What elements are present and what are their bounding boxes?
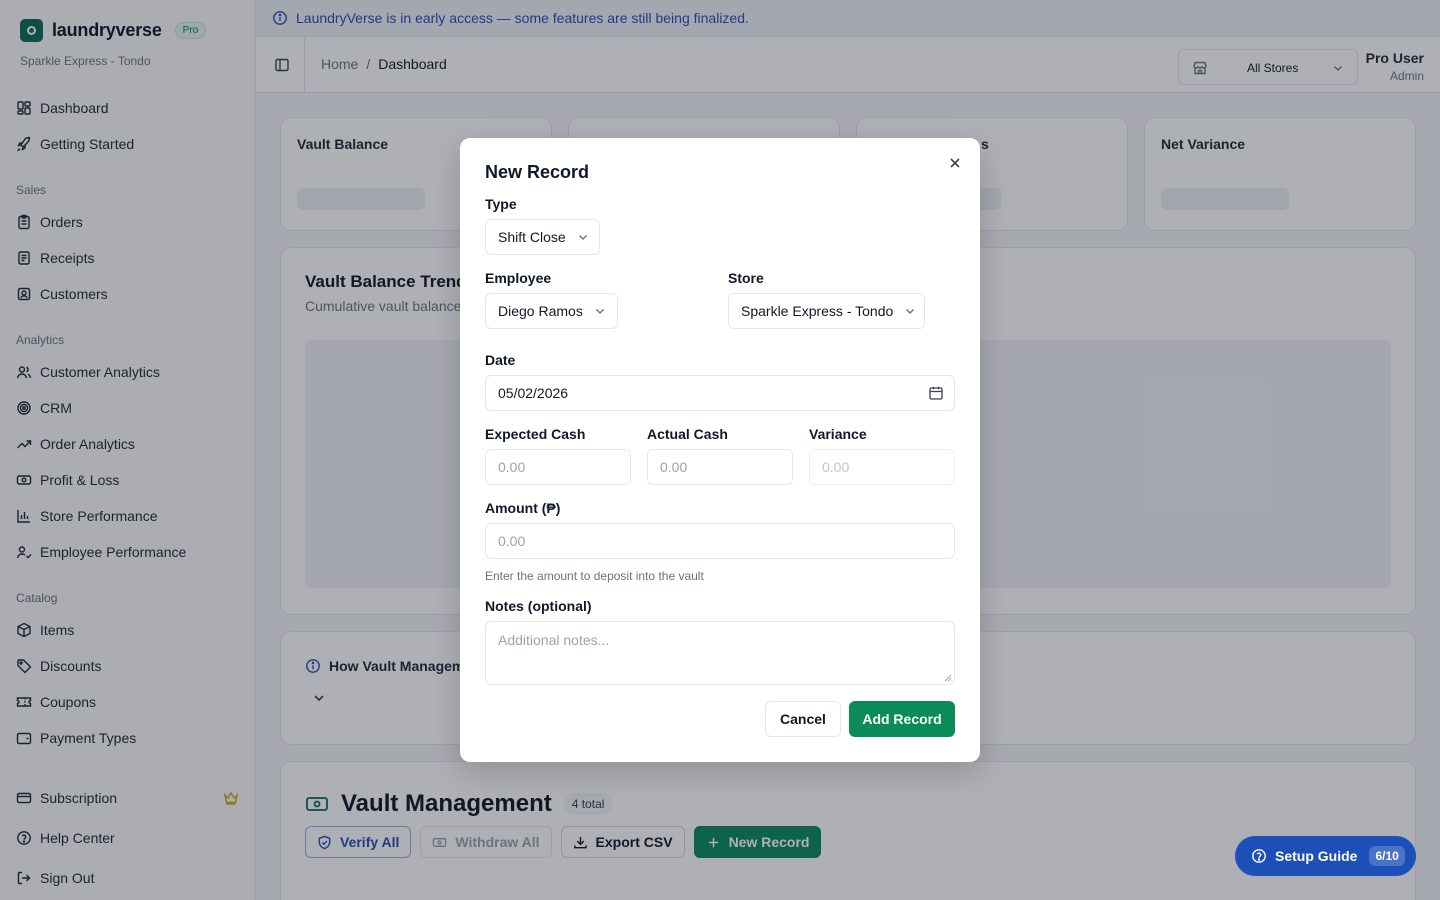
cancel-button[interactable]: Cancel	[765, 701, 841, 737]
close-icon[interactable]	[947, 155, 963, 171]
notes-textarea[interactable]: Additional notes...	[485, 621, 955, 685]
employee-select[interactable]: Diego Ramos	[485, 293, 618, 329]
resize-handle-icon[interactable]	[944, 674, 952, 682]
notes-placeholder: Additional notes...	[498, 632, 610, 648]
actual-cash-label: Actual Cash	[647, 426, 728, 442]
store-select[interactable]: Sparkle Express - Tondo	[728, 293, 925, 329]
setup-guide-button[interactable]: Setup Guide 6/10	[1235, 836, 1416, 876]
actual-cash-placeholder: 0.00	[660, 459, 688, 475]
date-field-value: 05/02/2026	[498, 385, 569, 401]
amount-hint: Enter the amount to deposit into the vau…	[485, 569, 704, 583]
help-circle-icon	[1252, 849, 1266, 863]
employee-select-value: Diego Ramos	[498, 303, 583, 319]
chevron-down-icon	[595, 309, 604, 314]
add-record-button[interactable]: Add Record	[849, 701, 955, 737]
amount-label: Amount (₱)	[485, 500, 561, 516]
expected-cash-placeholder: 0.00	[498, 459, 526, 475]
store-label: Store	[728, 270, 764, 286]
date-field[interactable]: 05/02/2026	[485, 375, 955, 411]
amount-field[interactable]: 0.00	[485, 523, 955, 559]
date-label: Date	[485, 352, 516, 368]
setup-guide-label: Setup Guide	[1275, 848, 1358, 864]
variance-label: Variance	[809, 426, 867, 442]
setup-guide-progress: 6/10	[1369, 846, 1405, 866]
expected-cash-field[interactable]: 0.00	[485, 449, 631, 485]
dialog-title: New Record	[485, 162, 590, 182]
variance-placeholder: 0.00	[822, 459, 850, 475]
chevron-down-icon	[578, 235, 587, 240]
actual-cash-field[interactable]: 0.00	[647, 449, 793, 485]
variance-field: 0.00	[809, 449, 955, 485]
chevron-down-icon	[906, 309, 915, 314]
notes-label: Notes (optional)	[485, 598, 592, 614]
calendar-icon[interactable]	[928, 385, 944, 401]
expected-cash-label: Expected Cash	[485, 426, 586, 442]
type-select-value: Shift Close	[498, 229, 566, 245]
employee-label: Employee	[485, 270, 552, 286]
type-select[interactable]: Shift Close	[485, 219, 600, 255]
new-record-dialog: New Record Type Shift Close Employee Die…	[460, 138, 980, 762]
type-label: Type	[485, 196, 517, 212]
amount-placeholder: 0.00	[498, 533, 526, 549]
store-select-value: Sparkle Express - Tondo	[741, 303, 894, 319]
